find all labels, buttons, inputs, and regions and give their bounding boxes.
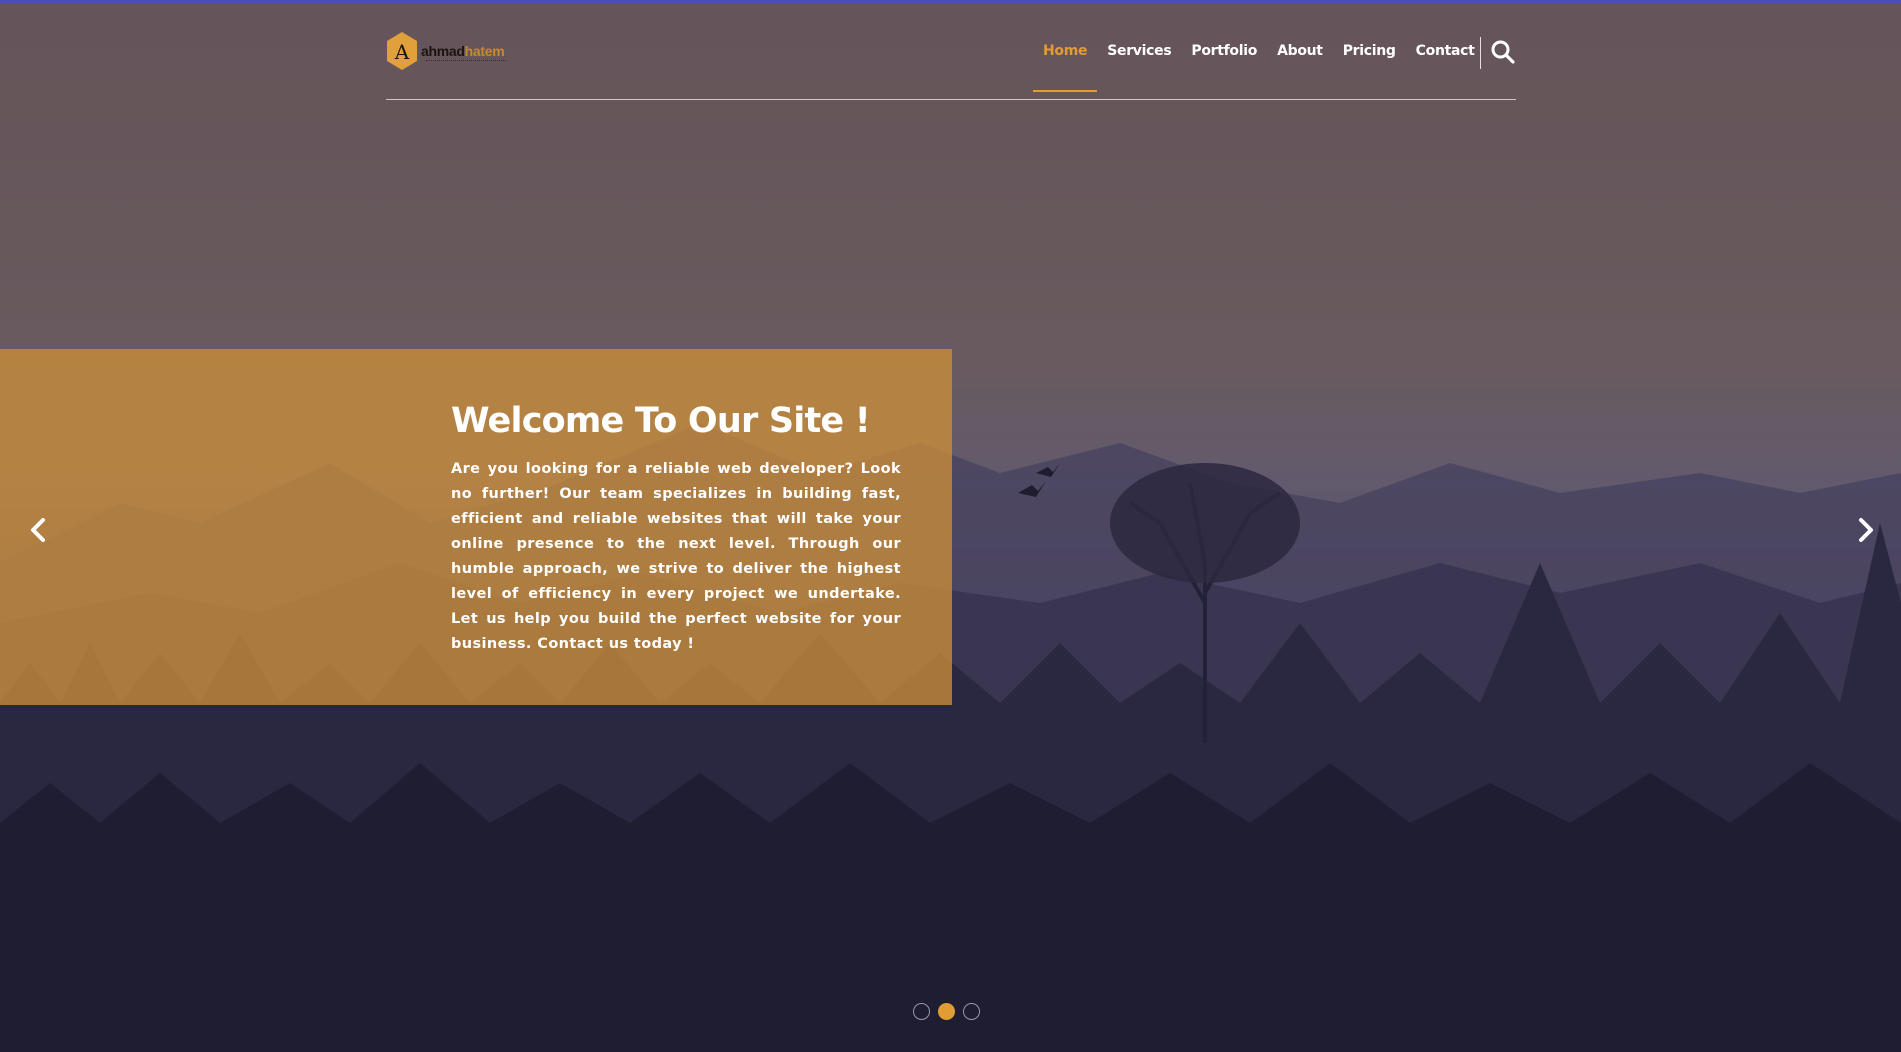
- nav-home[interactable]: Home: [1033, 43, 1098, 92]
- search-icon[interactable]: [1490, 39, 1516, 65]
- slider-dot[interactable]: [938, 1003, 955, 1020]
- slide-description: Are you looking for a reliable web devel…: [451, 461, 901, 652]
- site-header: A ahmadhatem Home Services Portfolio Abo…: [386, 3, 1516, 100]
- nav-portfolio[interactable]: Portfolio: [1181, 43, 1267, 59]
- logo-hexagon-icon: A: [387, 32, 417, 70]
- nav-pricing[interactable]: Pricing: [1333, 43, 1406, 59]
- logo-tagline-line: [426, 59, 506, 61]
- main-nav: Home Services Portfolio About Pricing Co…: [1033, 3, 1485, 99]
- nav-services[interactable]: Services: [1097, 43, 1181, 59]
- slider-pagination: [913, 1003, 980, 1020]
- hero-slider: A ahmadhatem Home Services Portfolio Abo…: [0, 3, 1901, 1052]
- logo-letter: A: [394, 40, 410, 64]
- nav-about[interactable]: About: [1267, 43, 1333, 59]
- logo-wordmark: ahmadhatem: [421, 43, 505, 59]
- brand-logo[interactable]: A ahmadhatem: [386, 29, 506, 73]
- logo-second-word: hatem: [464, 43, 505, 59]
- slider-dot[interactable]: [963, 1003, 980, 1020]
- nav-contact[interactable]: Contact: [1406, 43, 1485, 59]
- chevron-left-icon[interactable]: [24, 515, 52, 545]
- slide-title: Welcome To Our Site !: [451, 401, 871, 441]
- logo-first-word: ahmad: [421, 43, 465, 59]
- nav-divider: [1480, 37, 1481, 69]
- chevron-right-icon[interactable]: [1852, 515, 1880, 545]
- slider-dot[interactable]: [913, 1003, 930, 1020]
